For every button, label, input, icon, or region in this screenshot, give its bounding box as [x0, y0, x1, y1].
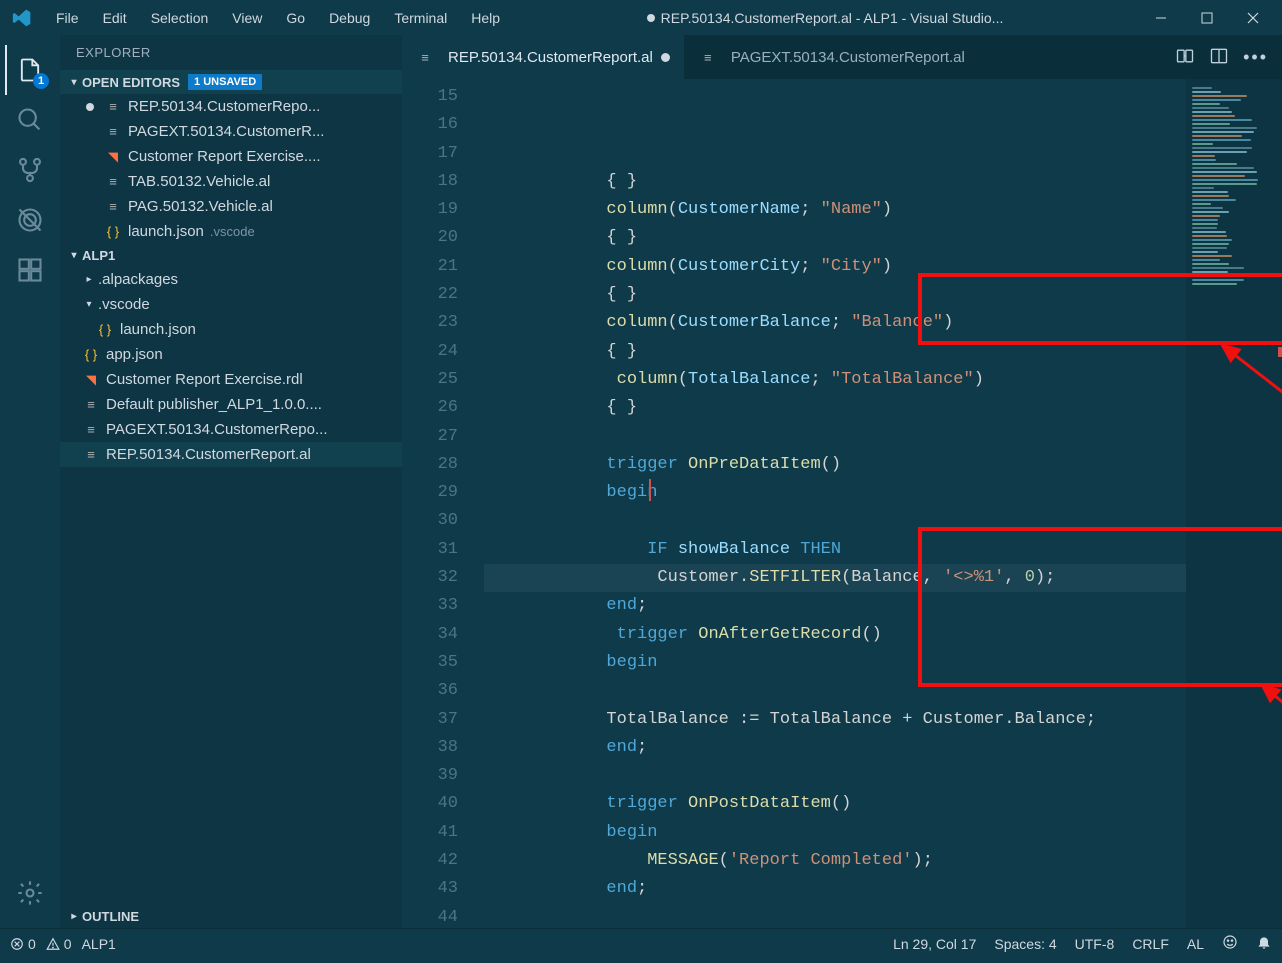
maximize-button[interactable] — [1184, 0, 1230, 35]
status-notifications-icon[interactable] — [1256, 934, 1272, 953]
activity-source-control[interactable] — [5, 145, 55, 195]
file-icon: ≡ — [82, 397, 100, 413]
editor-tab[interactable]: ≡PAGEXT.50134.CustomerReport.al — [685, 35, 980, 79]
menu-debug[interactable]: Debug — [317, 5, 382, 31]
file-icon: ≡ — [104, 99, 122, 115]
menu-bar: FileEditSelectionViewGoDebugTerminalHelp — [44, 5, 512, 31]
file-item[interactable]: ≡Default publisher_ALP1_1.0.0.... — [60, 392, 402, 417]
file-icon: ≡ — [699, 49, 717, 65]
cursor-marker — [649, 479, 651, 501]
dirty-indicator-icon — [647, 14, 655, 22]
menu-terminal[interactable]: Terminal — [382, 5, 459, 31]
unsaved-badge: 1 UNSAVED — [188, 74, 262, 90]
open-editor-item[interactable]: ≡TAB.50132.Vehicle.al — [60, 169, 402, 194]
chevron-right-icon: ▸ — [82, 274, 96, 285]
status-branch[interactable]: ALP1 — [82, 936, 116, 952]
activity-settings[interactable] — [5, 868, 55, 918]
activity-search[interactable] — [5, 95, 55, 145]
file-icon: ≡ — [82, 422, 100, 438]
file-icon: ≡ — [82, 447, 100, 463]
split-editor-icon[interactable] — [1209, 46, 1229, 69]
status-bar: 0 0 ALP1 Ln 29, Col 17 Spaces: 4 UTF-8 C… — [0, 928, 1282, 958]
code-editor[interactable]: 1516171819202122232425262728293031323334… — [402, 79, 1282, 928]
chevron-down-icon: ▾ — [66, 250, 82, 261]
minimap[interactable] — [1186, 79, 1282, 928]
file-icon: ≡ — [104, 199, 122, 215]
close-button[interactable] — [1230, 0, 1276, 35]
menu-go[interactable]: Go — [274, 5, 317, 31]
status-warnings[interactable]: 0 — [46, 936, 72, 952]
open-editor-item[interactable]: ≡PAGEXT.50134.CustomerR... — [60, 119, 402, 144]
open-editors-header[interactable]: ▾ OPEN EDITORS 1 UNSAVED — [60, 70, 402, 94]
file-item[interactable]: ◥Customer Report Exercise.rdl — [60, 367, 402, 392]
file-icon: ≡ — [104, 124, 122, 140]
workspace-header[interactable]: ▾ ALP1 — [60, 244, 402, 267]
file-icon: { } — [96, 322, 114, 338]
file-icon: ≡ — [104, 174, 122, 190]
file-icon: { } — [82, 347, 100, 363]
activity-bar: 1 — [0, 35, 60, 928]
file-item[interactable]: { }app.json — [60, 342, 402, 367]
window-title-text: REP.50134.CustomerReport.al - ALP1 - Vis… — [661, 10, 1004, 26]
chevron-right-icon: ▸ — [66, 911, 82, 922]
status-language[interactable]: AL — [1187, 936, 1204, 952]
file-icon: ≡ — [416, 49, 434, 65]
status-eol[interactable]: CRLF — [1132, 936, 1169, 952]
status-spaces[interactable]: Spaces: 4 — [994, 936, 1056, 952]
minimize-button[interactable] — [1138, 0, 1184, 35]
menu-edit[interactable]: Edit — [91, 5, 139, 31]
folder-item[interactable]: ▾.vscode — [60, 292, 402, 317]
title-bar: FileEditSelectionViewGoDebugTerminalHelp… — [0, 0, 1282, 35]
more-actions-icon[interactable]: ••• — [1243, 47, 1268, 68]
folder-item[interactable]: ▸.alpackages — [60, 267, 402, 292]
sidebar-title: EXPLORER — [60, 35, 402, 70]
chevron-down-icon: ▾ — [66, 77, 82, 88]
editor-actions: ••• — [1161, 35, 1282, 79]
window-title: REP.50134.CustomerReport.al - ALP1 - Vis… — [512, 10, 1138, 26]
explorer-sidebar: EXPLORER ▾ OPEN EDITORS 1 UNSAVED ≡REP.5… — [60, 35, 402, 928]
activity-explorer[interactable]: 1 — [5, 45, 55, 95]
open-editor-item[interactable]: ≡REP.50134.CustomerRepo... — [60, 94, 402, 119]
code-content[interactable]: { } column(CustomerName; "Name") { } col… — [484, 79, 1186, 928]
menu-selection[interactable]: Selection — [139, 5, 221, 31]
activity-badge: 1 — [33, 73, 49, 89]
file-icon: { } — [104, 224, 122, 240]
file-icon: ◥ — [104, 149, 122, 165]
vscode-logo-icon — [12, 8, 32, 28]
menu-file[interactable]: File — [44, 5, 91, 31]
dirty-dot-icon — [661, 53, 670, 62]
window-controls — [1138, 0, 1276, 35]
activity-debug[interactable] — [5, 195, 55, 245]
overview-ruler — [1278, 79, 1282, 928]
file-icon: ◥ — [82, 372, 100, 388]
status-position[interactable]: Ln 29, Col 17 — [893, 936, 976, 952]
status-feedback-icon[interactable] — [1222, 934, 1238, 953]
file-item[interactable]: ≡PAGEXT.50134.CustomerRepo... — [60, 417, 402, 442]
open-editor-item[interactable]: ≡PAG.50132.Vehicle.al — [60, 194, 402, 219]
compare-changes-icon[interactable] — [1175, 46, 1195, 69]
menu-view[interactable]: View — [220, 5, 274, 31]
open-editor-item[interactable]: { }launch.json.vscode — [60, 219, 402, 244]
file-item[interactable]: ≡REP.50134.CustomerReport.al — [60, 442, 402, 467]
status-encoding[interactable]: UTF-8 — [1075, 936, 1115, 952]
editor-tab[interactable]: ≡REP.50134.CustomerReport.al — [402, 35, 685, 79]
editor-area: ≡REP.50134.CustomerReport.al≡PAGEXT.5013… — [402, 35, 1282, 928]
outline-header[interactable]: ▸ OUTLINE — [60, 905, 402, 928]
editor-tabs: ≡REP.50134.CustomerReport.al≡PAGEXT.5013… — [402, 35, 1282, 79]
file-item[interactable]: { }launch.json — [60, 317, 402, 342]
activity-extensions[interactable] — [5, 245, 55, 295]
status-errors[interactable]: 0 — [10, 936, 36, 952]
menu-help[interactable]: Help — [459, 5, 512, 31]
chevron-down-icon: ▾ — [82, 299, 96, 310]
open-editor-item[interactable]: ◥Customer Report Exercise.... — [60, 144, 402, 169]
line-numbers: 1516171819202122232425262728293031323334… — [402, 79, 484, 928]
dirty-dot-icon — [86, 103, 94, 111]
